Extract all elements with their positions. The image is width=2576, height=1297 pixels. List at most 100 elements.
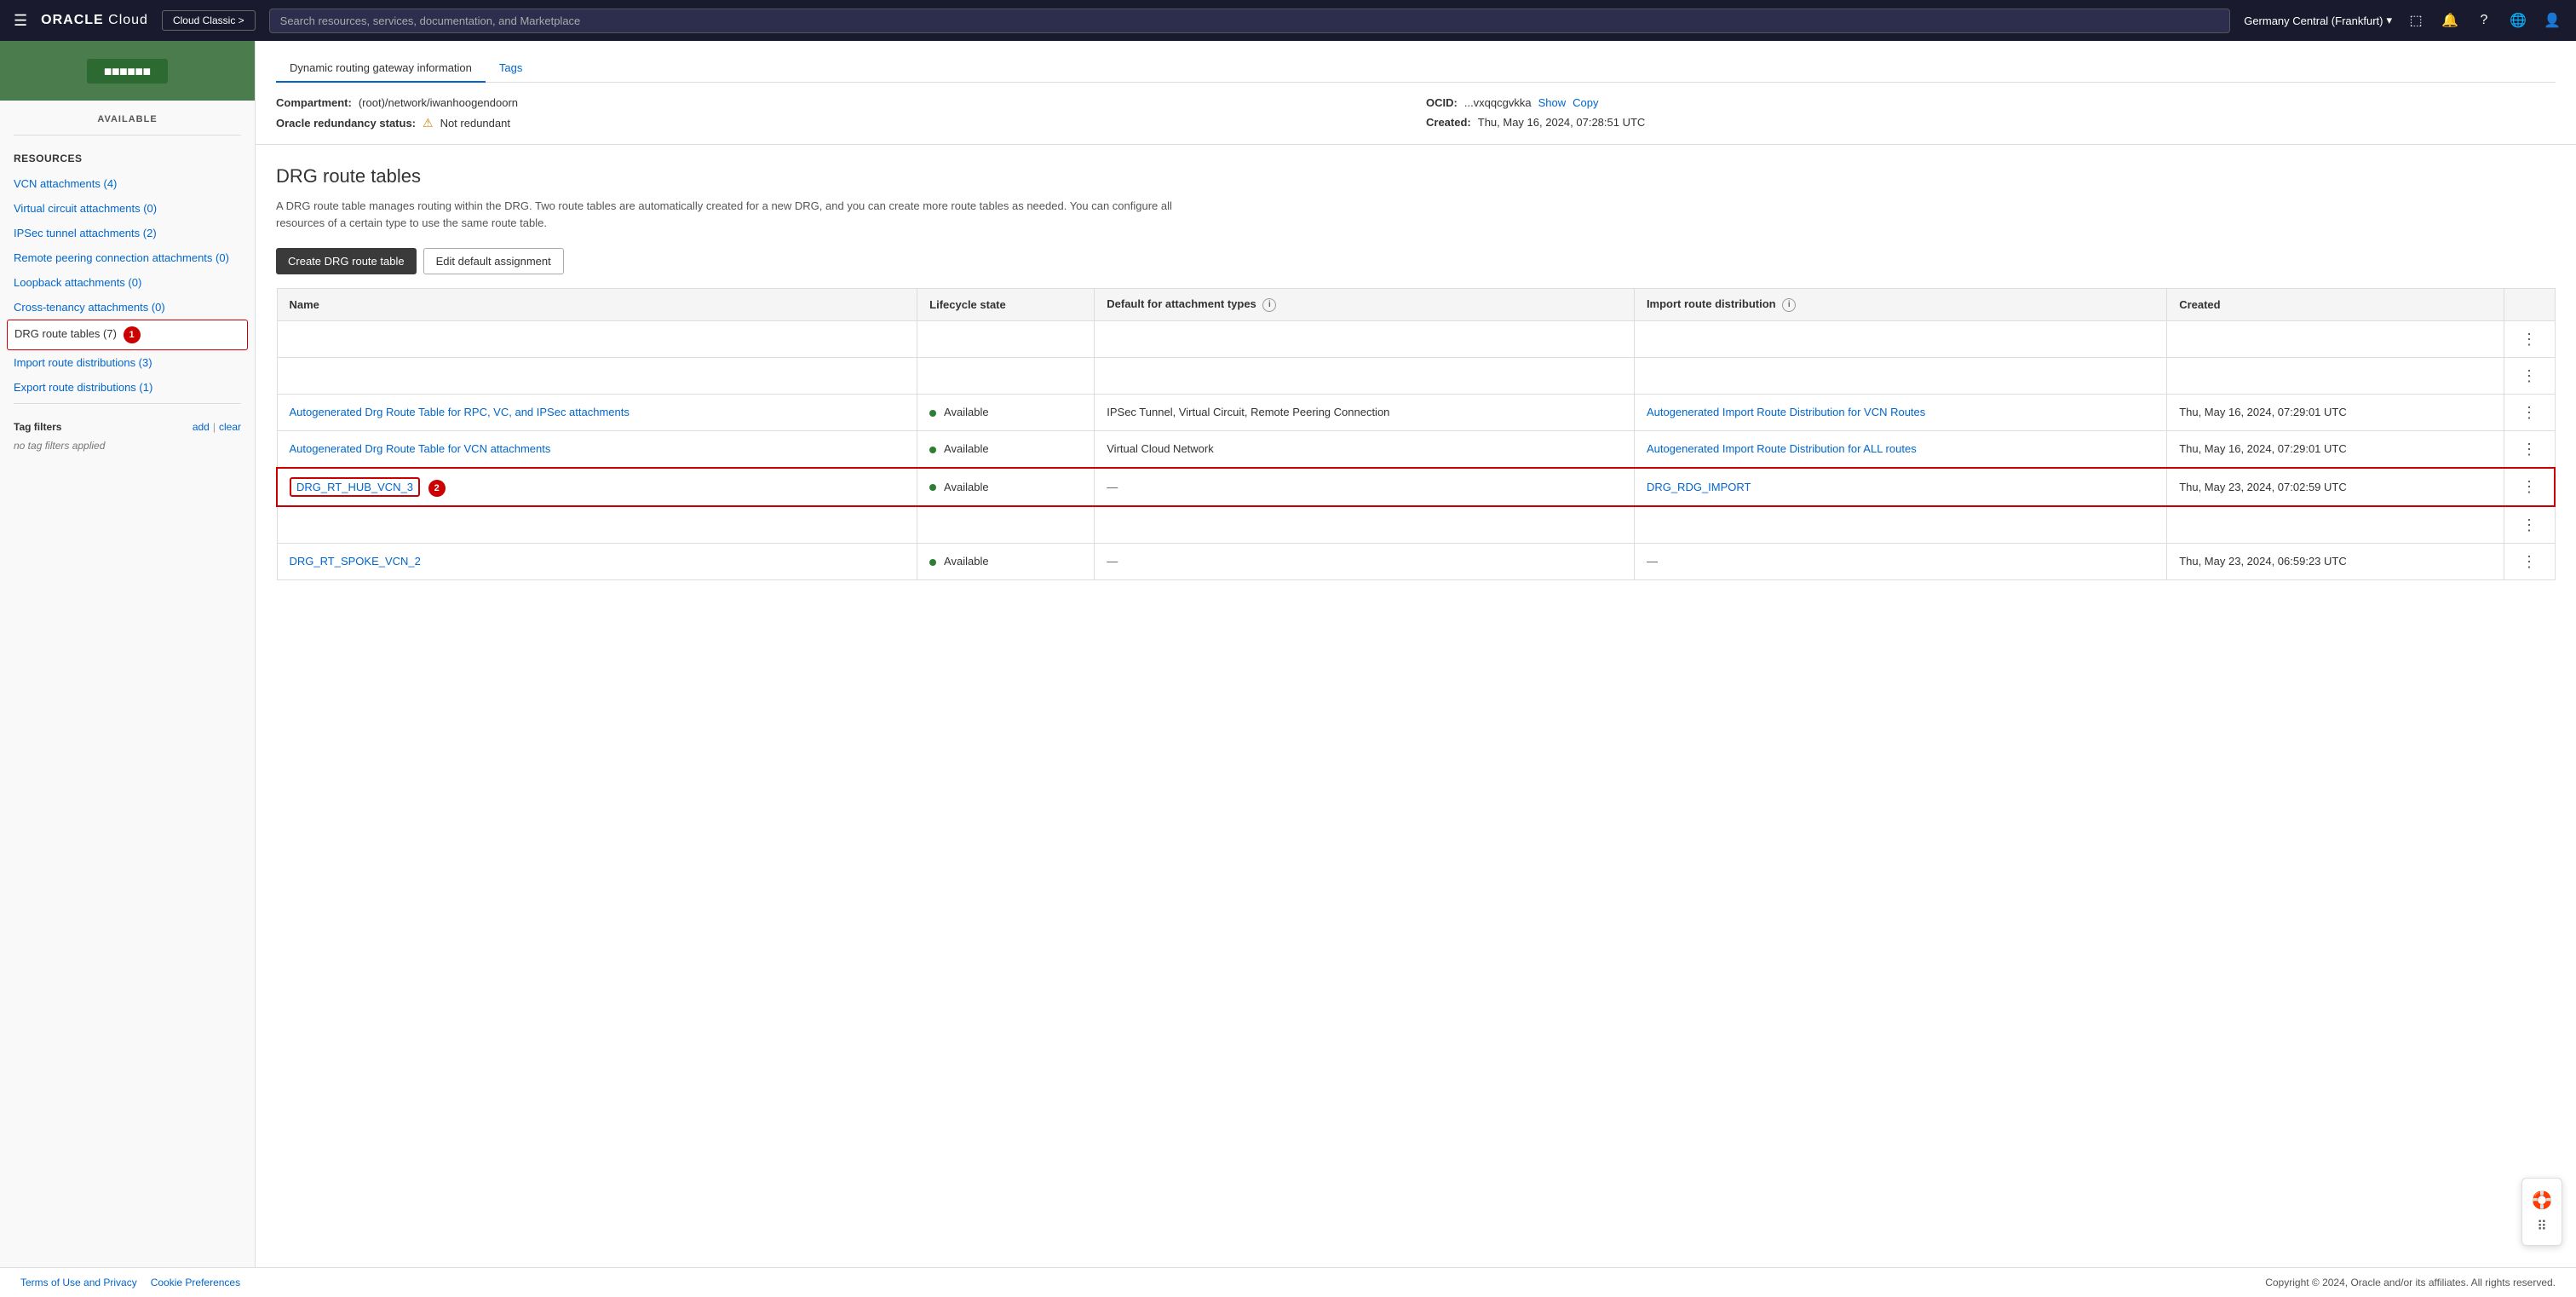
notification-bell-icon[interactable]: 🔔 [2440, 10, 2460, 31]
table-header: Name Lifecycle state Default for attachm… [277, 289, 2555, 321]
hamburger-menu-icon[interactable]: ☰ [14, 12, 27, 30]
terms-link[interactable]: Terms of Use and Privacy [20, 1277, 137, 1288]
sidebar-item-remote-peering[interactable]: Remote peering connection attachments (0… [0, 245, 255, 270]
kebab-menu-row2[interactable]: ⋮ [2516, 440, 2542, 458]
table-row: Autogenerated Drg Route Table for VCN at… [277, 430, 2555, 468]
import-dist-link-vcn-routes[interactable]: Autogenerated Import Route Distribution … [1647, 406, 1925, 418]
help-question-icon[interactable]: ? [2474, 10, 2494, 31]
footer-left: Terms of Use and Privacy Cookie Preferen… [20, 1277, 240, 1288]
route-table-link-rpc-vc-ipsec[interactable]: Autogenerated Drg Route Table for RPC, V… [290, 406, 630, 418]
tag-filters-section: Tag filters add | clear no tag filters a… [0, 407, 255, 458]
created-label: Created: [1426, 116, 1471, 129]
page-footer: Terms of Use and Privacy Cookie Preferen… [0, 1267, 2576, 1297]
help-widget[interactable]: 🛟 ⠿ [2521, 1178, 2562, 1246]
cloud-classic-button[interactable]: Cloud Classic > [162, 10, 256, 31]
ocid-label: OCID: [1426, 96, 1458, 109]
language-globe-icon[interactable]: 🌐 [2508, 10, 2528, 31]
info-tabs: Dynamic routing gateway information Tags [276, 55, 2556, 83]
ocid-copy-link[interactable]: Copy [1573, 96, 1598, 109]
status-available-dot-2 [929, 447, 936, 453]
tag-filters-header: Tag filters add | clear [14, 421, 241, 433]
status-available-dot [929, 410, 936, 417]
sidebar-logo-area: ◼◼◼◼◼◼ [0, 41, 255, 101]
top-navigation: ☰ ORACLE Cloud Cloud Classic > Germany C… [0, 0, 2576, 41]
compartment-label: Compartment: [276, 96, 352, 109]
sidebar-item-cross-tenancy[interactable]: Cross-tenancy attachments (0) [0, 295, 255, 320]
status-available-dot-3 [929, 484, 936, 491]
table-row-empty-3: ⋮ [277, 506, 2555, 544]
sidebar-logo: ◼◼◼◼◼◼ [87, 59, 168, 84]
info-grid-left: Compartment: (root)/network/iwanhoogendo… [276, 96, 1406, 130]
col-name: Name [277, 289, 917, 321]
import-dist-info-icon[interactable]: i [1782, 298, 1796, 312]
nav-right-section: Germany Central (Frankfurt) ▾ ⬚ 🔔 ? 🌐 👤 [2244, 10, 2562, 31]
kebab-menu-row4[interactable]: ⋮ [2516, 552, 2542, 571]
sidebar-item-drg-route-tables[interactable]: DRG route tables (7) 1 [7, 320, 248, 350]
sidebar-item-virtual-circuit[interactable]: Virtual circuit attachments (0) [0, 196, 255, 221]
tag-separator: | [213, 421, 216, 433]
oracle-logo: ORACLE Cloud [41, 13, 148, 28]
route-table-link-vcn[interactable]: Autogenerated Drg Route Table for VCN at… [290, 442, 551, 455]
table-body: ⋮ ⋮ Autogenerated Drg Route Table for R [277, 320, 2555, 579]
info-grid: Compartment: (root)/network/iwanhoogendo… [276, 96, 2556, 130]
region-selector[interactable]: Germany Central (Frankfurt) ▾ [2244, 14, 2392, 27]
compartment-value: (root)/network/iwanhoogendoorn [359, 96, 518, 109]
tab-dynamic-routing[interactable]: Dynamic routing gateway information [276, 55, 486, 83]
sidebar-item-export-route[interactable]: Export route distributions (1) [0, 375, 255, 400]
kebab-menu-row3[interactable]: ⋮ [2516, 477, 2542, 496]
route-table-link-spoke-vcn-2[interactable]: DRG_RT_SPOKE_VCN_2 [290, 555, 421, 568]
kebab-menu-empty2[interactable]: ⋮ [2516, 366, 2542, 385]
user-avatar-icon[interactable]: 👤 [2542, 10, 2562, 31]
footer-copyright: Copyright © 2024, Oracle and/or its affi… [2265, 1277, 2556, 1288]
sidebar-item-loopback[interactable]: Loopback attachments (0) [0, 270, 255, 295]
sidebar-item-import-route[interactable]: Import route distributions (3) [0, 350, 255, 375]
info-panel: Dynamic routing gateway information Tags… [256, 41, 2576, 145]
sidebar-item-vcn-attachments[interactable]: VCN attachments (4) [0, 171, 255, 196]
route-table-link-hub-vcn-3[interactable]: DRG_RT_HUB_VCN_3 [290, 477, 420, 497]
redundancy-row: Oracle redundancy status: ⚠ Not redundan… [276, 116, 1406, 130]
ocid-show-link[interactable]: Show [1538, 96, 1567, 109]
sidebar-item-ipsec-tunnel[interactable]: IPSec tunnel attachments (2) [0, 221, 255, 245]
drg-section-description: A DRG route table manages routing within… [276, 198, 1213, 231]
help-life-preserver-icon: 🛟 [2532, 1190, 2553, 1211]
created-row: Created: Thu, May 16, 2024, 07:28:51 UTC [1426, 116, 2556, 129]
edit-default-assignment-button[interactable]: Edit default assignment [423, 248, 564, 274]
import-dist-link-rdg[interactable]: DRG_RDG_IMPORT [1647, 481, 1751, 493]
kebab-menu-empty1[interactable]: ⋮ [2516, 330, 2542, 349]
drg-section-title: DRG route tables [276, 165, 2556, 187]
tag-clear-link[interactable]: clear [219, 421, 241, 433]
kebab-menu-row1[interactable]: ⋮ [2516, 403, 2542, 422]
code-icon[interactable]: ⬚ [2406, 10, 2426, 31]
create-drg-route-table-button[interactable]: Create DRG route table [276, 248, 417, 274]
search-input[interactable] [269, 9, 2231, 33]
col-lifecycle: Lifecycle state [917, 289, 1095, 321]
help-grid-icon: ⠿ [2537, 1218, 2547, 1235]
drg-route-tables-table: Name Lifecycle state Default for attachm… [276, 288, 2556, 580]
table-row-highlighted: DRG_RT_HUB_VCN_3 2 Available — DRG_RDG_I… [277, 468, 2555, 506]
kebab-menu-empty3[interactable]: ⋮ [2516, 516, 2542, 534]
action-bar: Create DRG route table Edit default assi… [276, 248, 2556, 274]
tag-add-link[interactable]: add [193, 421, 210, 433]
warning-triangle-icon: ⚠ [423, 116, 434, 130]
created-value: Thu, May 16, 2024, 07:28:51 UTC [1478, 116, 1646, 129]
table-row: DRG_RT_SPOKE_VCN_2 Available — — Thu, Ma… [277, 543, 2555, 579]
default-attachment-info-icon[interactable]: i [1262, 298, 1276, 312]
compartment-row: Compartment: (root)/network/iwanhoogendo… [276, 96, 1406, 109]
main-content: Dynamic routing gateway information Tags… [256, 41, 2576, 1297]
ocid-row: OCID: ...vxqqcgvkka Show Copy [1426, 96, 2556, 109]
tab-tags[interactable]: Tags [486, 55, 536, 83]
ocid-value: ...vxqqcgvkka [1464, 96, 1532, 109]
sidebar-divider-2 [14, 403, 241, 404]
available-status: AVAILABLE [0, 107, 255, 131]
table-row-empty-1: ⋮ [277, 320, 2555, 357]
table-row-empty-2: ⋮ [277, 357, 2555, 394]
cookie-preferences-link[interactable]: Cookie Preferences [151, 1277, 240, 1288]
tag-filters-title: Tag filters [14, 421, 61, 433]
col-actions [2504, 289, 2556, 321]
col-default-attachment: Default for attachment types i [1095, 289, 1635, 321]
col-import-dist: Import route distribution i [1634, 289, 2166, 321]
header-row: Name Lifecycle state Default for attachm… [277, 289, 2555, 321]
drg-route-tables-section: DRG route tables A DRG route table manag… [256, 145, 2576, 601]
import-dist-link-all-routes[interactable]: Autogenerated Import Route Distribution … [1647, 442, 1917, 455]
resources-section-title: Resources [0, 139, 255, 171]
